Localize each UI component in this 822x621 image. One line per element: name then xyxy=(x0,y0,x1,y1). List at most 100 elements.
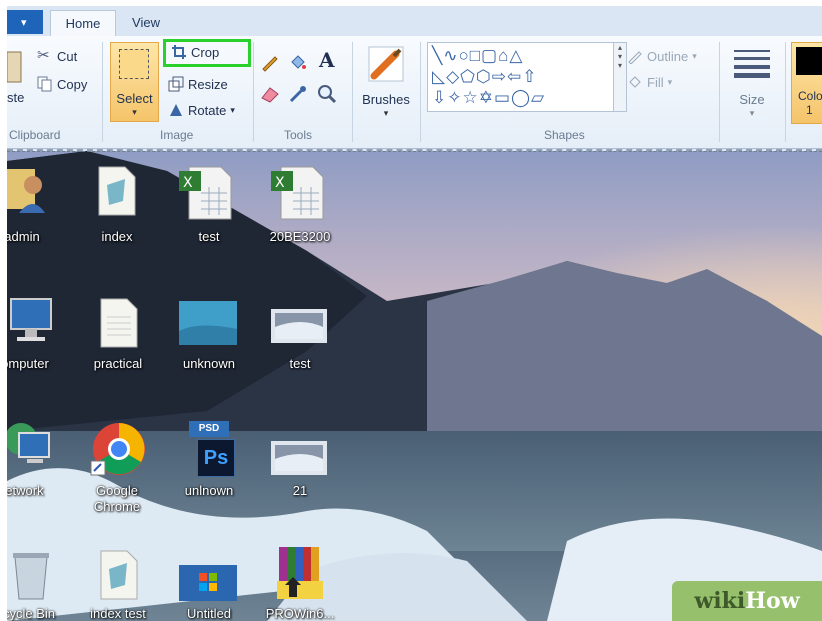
document-icon xyxy=(100,298,138,348)
user-icon xyxy=(7,169,45,213)
wikihow-watermark-logo: wikiHow xyxy=(672,581,822,621)
paste-button[interactable]: ste xyxy=(7,40,29,120)
shapes-scrollbar[interactable]: ▴ ▾ ▾ xyxy=(613,42,627,112)
fill-bucket-icon[interactable] xyxy=(288,52,308,72)
computer-icon xyxy=(10,298,52,341)
shapes-glyph-grid: ╲∿○□▢⌂△ ◺◇⬠⬡⇨⇦⇧ ⇩✧☆✡▭◯▱ xyxy=(432,46,546,107)
rotate-button[interactable]: Rotate ▾ xyxy=(168,102,235,118)
size-label: Size xyxy=(739,92,765,107)
magnifier-icon[interactable] xyxy=(317,84,337,104)
color-1-label: Colo 1 xyxy=(798,89,822,117)
copy-icon xyxy=(37,76,52,92)
paint-window: ▾ Home View ste ✂ Cut Copy Clipboard Sel… xyxy=(7,6,822,621)
tab-view[interactable]: View xyxy=(114,10,178,36)
desktop-icon-label[interactable]: cycle Bin xyxy=(7,606,69,621)
crop-button[interactable]: Crop xyxy=(163,39,251,67)
svg-text:X: X xyxy=(183,175,193,191)
crop-icon xyxy=(172,45,186,59)
pencil-icon[interactable] xyxy=(260,52,280,72)
tab-home[interactable]: Home xyxy=(50,10,116,37)
desktop-icon-label[interactable]: test xyxy=(169,229,249,245)
separator xyxy=(102,42,103,142)
document-icon xyxy=(98,166,136,216)
select-button[interactable]: Select ▾ xyxy=(110,42,159,122)
separator xyxy=(785,42,786,142)
color-1-label-line2: 1 xyxy=(806,103,813,117)
desktop-icon-label[interactable]: practical xyxy=(78,356,158,372)
resize-icon xyxy=(168,76,184,92)
outline-button[interactable]: Outline ▾ xyxy=(627,48,697,64)
ribbon-bottom-dashed-line xyxy=(7,149,822,151)
size-button[interactable]: Size ▾ xyxy=(727,42,777,122)
desktop-icon-label[interactable]: Google Chrome xyxy=(77,483,157,515)
desktop-icon-label[interactable]: omputer xyxy=(7,356,65,372)
desktop-icon-label[interactable]: index test xyxy=(78,606,158,621)
fill-button[interactable]: Fill ▾ xyxy=(627,74,672,90)
fill-icon xyxy=(629,76,641,88)
watermark-part1: wiki xyxy=(694,588,746,614)
desktop-icon-label[interactable]: test xyxy=(260,356,340,372)
crop-content: Crop xyxy=(171,44,219,60)
chevron-down-icon: ▾ xyxy=(667,76,673,87)
text-tool-icon[interactable]: A xyxy=(319,48,339,72)
crop-label: Crop xyxy=(191,44,220,60)
shapes-gallery[interactable]: ╲∿○□▢⌂△ ◺◇⬠⬡⇨⇦⇧ ⇩✧☆✡▭◯▱ xyxy=(427,42,615,112)
outline-label: Outline xyxy=(647,48,689,64)
line-size-icon xyxy=(734,50,770,78)
svg-text:X: X xyxy=(275,175,285,191)
resize-label: Resize xyxy=(188,76,228,92)
separator xyxy=(352,42,353,142)
ribbon: ste ✂ Cut Copy Clipboard Select ▾ Crop R… xyxy=(7,36,822,149)
desktop-icon-label[interactable]: unlnown xyxy=(169,483,249,499)
image-group-label: Image xyxy=(160,128,194,142)
chevron-down-icon: ▾ xyxy=(230,104,235,115)
desktop-icon-label[interactable]: letwork xyxy=(7,483,63,499)
resize-button[interactable]: Resize xyxy=(168,76,228,92)
desktop-icon-label[interactable]: PROWin6... xyxy=(260,606,340,621)
clipboard-icon xyxy=(7,51,22,83)
desktop-icon-label[interactable]: Untitled xyxy=(169,606,249,621)
separator xyxy=(719,42,720,142)
document-icon xyxy=(100,550,138,600)
chevron-down-icon: ▾ xyxy=(21,17,27,29)
image-file-icon xyxy=(179,301,237,345)
separator xyxy=(420,42,421,142)
brush-icon xyxy=(368,46,404,82)
cut-label: Cut xyxy=(57,48,78,64)
scissors-icon: ✂ xyxy=(37,47,50,64)
desktop-icon-label[interactable]: admin xyxy=(7,229,62,245)
chevron-down-icon: ▾ xyxy=(749,108,755,118)
winrar-icon xyxy=(277,547,323,599)
copy-label: Copy xyxy=(57,76,88,92)
tools-group-label: Tools xyxy=(284,128,313,142)
color-1-label-line1: Colo xyxy=(798,89,822,103)
chevron-down-icon: ▾ xyxy=(132,107,137,117)
separator xyxy=(253,42,254,142)
cut-button[interactable]: ✂ Cut xyxy=(37,48,77,64)
color-1-button[interactable]: Colo 1 xyxy=(791,42,822,124)
desktop-icon-label[interactable]: unknown xyxy=(169,356,249,372)
photo-icon xyxy=(271,441,327,475)
photoshop-icon: PSD Ps xyxy=(189,421,235,477)
excel-icon: X xyxy=(179,166,232,220)
brushes-label: Brushes xyxy=(362,92,410,107)
select-label: Select xyxy=(116,91,153,106)
excel-icon: X xyxy=(271,166,324,220)
desktop-icon-label[interactable]: 21 xyxy=(260,483,340,499)
file-menu-button[interactable]: ▾ xyxy=(7,10,43,34)
ps-logo: Ps xyxy=(197,439,235,477)
desktop-icon-label[interactable]: 20BE3200 xyxy=(260,229,340,245)
rotate-label: Rotate xyxy=(188,102,227,118)
watermark-part2: How xyxy=(745,588,800,614)
color-1-swatch xyxy=(796,47,822,75)
canvas-selection-border xyxy=(7,151,822,152)
brushes-button[interactable]: Brushes ▾ xyxy=(357,42,415,122)
eraser-icon[interactable] xyxy=(260,84,280,104)
windows-image-icon xyxy=(179,565,237,601)
desktop-icon-label[interactable]: index xyxy=(77,229,157,245)
color-picker-icon[interactable] xyxy=(288,84,308,104)
shapes-group-label: Shapes xyxy=(544,128,585,142)
chevron-down-icon: ▾ xyxy=(383,108,389,118)
copy-button[interactable]: Copy xyxy=(37,76,87,92)
canvas-desktop-image[interactable]: admin index X test X 20BE3200 omputer pr… xyxy=(7,151,822,621)
